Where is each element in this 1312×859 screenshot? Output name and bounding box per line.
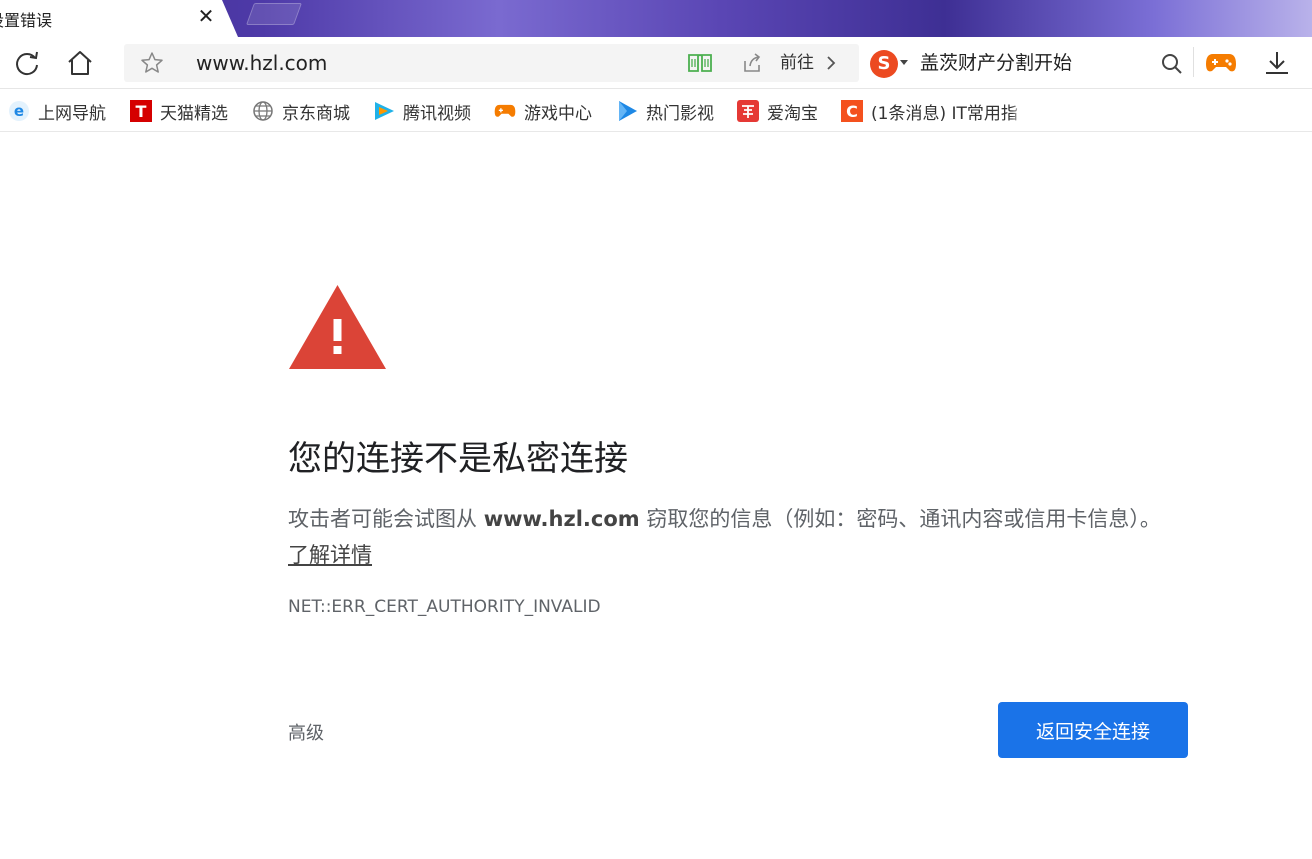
bookmark-item[interactable]: 爱淘宝 <box>737 90 818 131</box>
svg-text:C: C <box>846 102 858 121</box>
star-icon[interactable] <box>140 51 164 75</box>
globe-icon <box>252 100 274 122</box>
bookmark-item[interactable]: 京东商城 <box>252 90 350 131</box>
go-button[interactable]: 前往 <box>780 44 814 82</box>
chevron-right-icon[interactable] <box>824 55 838 71</box>
svg-text:e: e <box>14 102 24 120</box>
page-title: 您的连接不是私密连接 <box>288 439 628 479</box>
bookmark-item[interactable]: C (1条消息) IT常用指 <box>841 90 1018 131</box>
book-icon[interactable] <box>687 52 713 74</box>
url-input[interactable] <box>196 44 666 82</box>
bookmark-item[interactable]: 热门影视 <box>616 90 714 131</box>
search-icon[interactable] <box>1160 52 1184 76</box>
play-icon <box>616 100 638 122</box>
search-box: S <box>864 44 1189 82</box>
tencent-video-icon <box>373 100 395 122</box>
error-code: NET::ERR_CERT_AUTHORITY_INVALID <box>288 597 601 617</box>
tab-strip: 设置错误 ✕ <box>0 0 1312 37</box>
bookmark-item[interactable]: T 天猫精选 <box>130 90 228 131</box>
gamepad-icon[interactable] <box>1204 46 1238 80</box>
new-tab-button[interactable] <box>245 3 303 25</box>
sogou-logo-icon[interactable]: S <box>870 50 898 78</box>
learn-more-link[interactable]: 了解详情 <box>288 543 372 567</box>
caret-down-icon[interactable] <box>900 60 908 65</box>
search-input[interactable] <box>920 44 1150 82</box>
error-host: www.hzl.com <box>483 507 640 531</box>
back-to-safety-button[interactable]: 返回安全连接 <box>998 702 1188 758</box>
csdn-icon: C <box>841 100 863 122</box>
share-icon[interactable] <box>741 52 763 74</box>
download-icon[interactable] <box>1260 46 1294 80</box>
error-description: 攻击者可能会试图从 www.hzl.com 窃取您的信息（例如：密码、通讯内容或… <box>288 501 1168 573</box>
home-icon[interactable] <box>63 46 97 80</box>
error-description-text: 攻击者可能会试图从 <box>288 507 484 531</box>
tmall-icon: T <box>130 100 152 122</box>
gamepad-icon <box>494 100 516 122</box>
error-description-text: 窃取您的信息（例如：密码、通讯内容或信用卡信息）。 <box>639 507 1161 531</box>
warning-icon <box>289 285 386 369</box>
tab-title: 设置错误 <box>0 11 53 30</box>
bookmarks-overflow-fade <box>1012 90 1312 131</box>
bookmarks-bar: e 上网导航 T 天猫精选 京东商城 腾讯视频 游戏中心 热门影视 爱淘宝 C … <box>0 90 1312 132</box>
tab-close-icon[interactable]: ✕ <box>194 4 218 28</box>
taobao-icon <box>737 100 759 122</box>
address-bar[interactable]: 前往 <box>124 44 859 82</box>
bookmark-item[interactable]: e 上网导航 <box>8 90 106 131</box>
advanced-button[interactable]: 高级 <box>288 719 324 745</box>
toolbar: 前往 S <box>0 37 1312 89</box>
toolbar-divider <box>1193 47 1194 77</box>
ie-icon: e <box>8 100 30 122</box>
active-tab[interactable]: 设置错误 ✕ <box>0 0 238 37</box>
svg-text:T: T <box>136 102 147 121</box>
bookmark-item[interactable]: 腾讯视频 <box>373 90 471 131</box>
bookmark-item[interactable]: 游戏中心 <box>494 90 592 131</box>
reload-icon[interactable] <box>10 46 44 80</box>
